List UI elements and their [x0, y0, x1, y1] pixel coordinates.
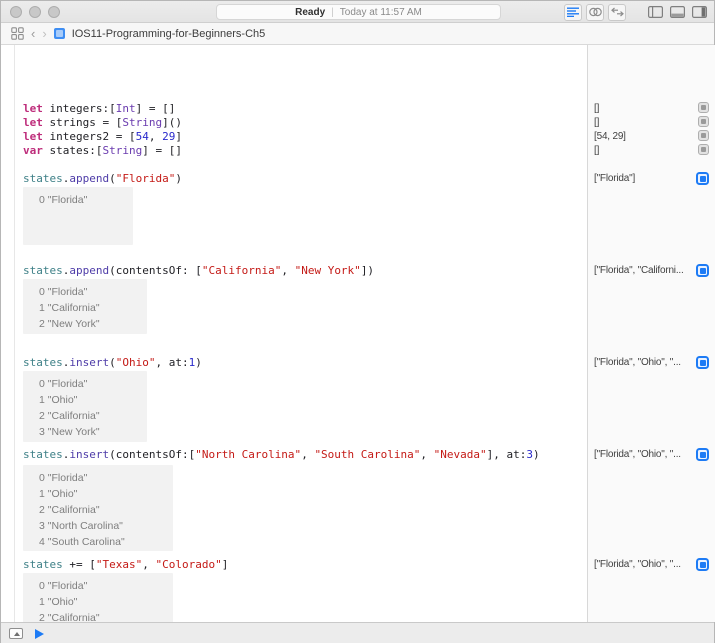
sidebar-result-value: ["Florida", "Californi... [594, 264, 684, 278]
debug-area-toggle-button[interactable] [668, 4, 686, 21]
editor-lines-icon [567, 7, 579, 17]
run-playground-button[interactable] [35, 629, 44, 639]
show-result-button[interactable] [698, 116, 709, 127]
sidebar-result-row: [] [594, 144, 712, 159]
inline-result-row: 2 "California" [23, 610, 173, 622]
panel-toggle-group [646, 3, 708, 21]
sidebar-result-value: [] [594, 102, 599, 116]
status-ready-text: Ready [295, 7, 325, 18]
inline-result-row: 0 "Florida" [23, 376, 147, 392]
inline-result-row: 2 "California" [23, 502, 173, 518]
code-line[interactable]: states.append("Florida") [23, 172, 182, 185]
inline-result-box[interactable]: 0 "Florida"1 "Ohio"2 "California"3 "Nort… [23, 573, 173, 622]
status-time-text: Today at 11:57 AM [340, 7, 422, 18]
bottom-pane-icon [670, 6, 685, 18]
sidebar-result-value: [] [594, 116, 599, 130]
sidebar-result-row: ["Florida", "Ohio", "... [594, 558, 712, 573]
code-line[interactable]: let integers:[Int] = [] [23, 102, 175, 115]
assistant-circles-icon [589, 7, 602, 17]
code-line[interactable]: states.append(contentsOf: ["California",… [23, 264, 374, 277]
jump-bar-filename[interactable]: IOS11-Programming-for-Beginners-Ch5 [72, 28, 266, 40]
inline-result-row: 0 "Florida" [23, 470, 173, 486]
show-result-button[interactable] [696, 172, 709, 185]
sidebar-result-value: ["Florida"] [594, 172, 635, 186]
source-editor[interactable]: let integers:[Int] = []let strings = [St… [15, 45, 587, 622]
assistant-editor-button[interactable] [586, 4, 604, 21]
left-pane-icon [648, 6, 663, 18]
inline-result-row: 4 "South Carolina" [23, 534, 173, 550]
standard-editor-button[interactable] [564, 4, 582, 21]
sidebar-result-value: ["Florida", "Ohio", "... [594, 558, 681, 572]
sidebar-result-value: ["Florida", "Ohio", "... [594, 448, 681, 462]
window-zoom-button[interactable] [48, 6, 60, 18]
inline-result-row: 0 "Florida" [23, 284, 147, 300]
code-line[interactable]: var states:[String] = [] [23, 144, 182, 157]
results-sidebar: [][][54, 29][]["Florida"]["Florida", "Ca… [587, 45, 715, 622]
sidebar-result-row: ["Florida", "Ohio", "... [594, 448, 712, 463]
inline-result-row: 3 "New York" [23, 424, 147, 440]
show-result-button[interactable] [696, 356, 709, 369]
inline-result-row: 1 "California" [23, 300, 147, 316]
inline-result-row: 0 "Florida" [23, 578, 173, 594]
inline-result-row: 1 "Ohio" [23, 392, 147, 408]
breakpoint-gutter[interactable] [1, 45, 15, 622]
activity-status-bar: Ready | Today at 11:57 AM [216, 4, 501, 20]
show-result-button[interactable] [698, 102, 709, 113]
sidebar-result-value: ["Florida", "Ohio", "... [594, 356, 681, 370]
status-separator: | [331, 7, 334, 18]
code-line[interactable]: let integers2 = [54, 29] [23, 130, 182, 143]
sidebar-result-row: ["Florida", "Californi... [594, 264, 712, 279]
inline-result-row: 3 "North Carolina" [23, 518, 173, 534]
sidebar-result-row: [54, 29] [594, 130, 712, 145]
window-minimize-button[interactable] [29, 6, 41, 18]
inline-result-box[interactable]: 0 "Florida"1 "Ohio"2 "California"3 "Nort… [23, 465, 173, 551]
right-pane-icon [692, 6, 707, 18]
inline-result-row: 1 "Ohio" [23, 486, 173, 502]
sidebar-result-row: ["Florida"] [594, 172, 712, 187]
utilities-toggle-button[interactable] [690, 4, 708, 21]
show-result-button[interactable] [696, 264, 709, 277]
xcode-playground-window: Ready | Today at 11:57 AM [0, 0, 715, 643]
version-arrows-icon [611, 7, 624, 17]
console-toggle-icon[interactable] [9, 628, 23, 639]
sidebar-result-row: [] [594, 102, 712, 117]
title-bar: Ready | Today at 11:57 AM [1, 1, 714, 23]
sidebar-result-row: ["Florida", "Ohio", "... [594, 356, 712, 371]
show-result-button[interactable] [698, 130, 709, 141]
inline-result-row: 0 "Florida" [23, 192, 133, 208]
editor-area: let integers:[Int] = []let strings = [St… [1, 45, 715, 622]
related-items-icon[interactable] [11, 27, 24, 40]
show-result-button[interactable] [696, 558, 709, 571]
inline-result-row: 1 "Ohio" [23, 594, 173, 610]
inline-result-box[interactable]: 0 "Florida" [23, 187, 133, 245]
inline-result-box[interactable]: 0 "Florida"1 "California"2 "New York" [23, 279, 147, 334]
bottom-bar [1, 622, 714, 643]
navigator-toggle-button[interactable] [646, 4, 664, 21]
code-line[interactable]: let strings = [String]() [23, 116, 182, 129]
sidebar-result-value: [54, 29] [594, 130, 626, 144]
code-line[interactable]: states.insert(contentsOf:["North Carolin… [23, 448, 540, 461]
code-line[interactable]: states.insert("Ohio", at:1) [23, 356, 202, 369]
forward-button[interactable]: › [42, 27, 46, 40]
sidebar-result-value: [] [594, 144, 599, 158]
show-result-button[interactable] [698, 144, 709, 155]
jump-bar: ‹ › IOS11-Programming-for-Beginners-Ch5 [1, 23, 714, 45]
inline-result-box[interactable]: 0 "Florida"1 "Ohio"2 "California"3 "New … [23, 371, 147, 442]
back-button[interactable]: ‹ [31, 27, 35, 40]
window-close-button[interactable] [10, 6, 22, 18]
sidebar-result-row: [] [594, 116, 712, 131]
inline-result-row: 2 "New York" [23, 316, 147, 332]
playground-file-icon [54, 28, 65, 39]
inline-result-row: 2 "California" [23, 408, 147, 424]
version-editor-button[interactable] [608, 4, 626, 21]
editor-mode-group [564, 3, 626, 21]
show-result-button[interactable] [696, 448, 709, 461]
code-line[interactable]: states += ["Texas", "Colorado"] [23, 558, 228, 571]
